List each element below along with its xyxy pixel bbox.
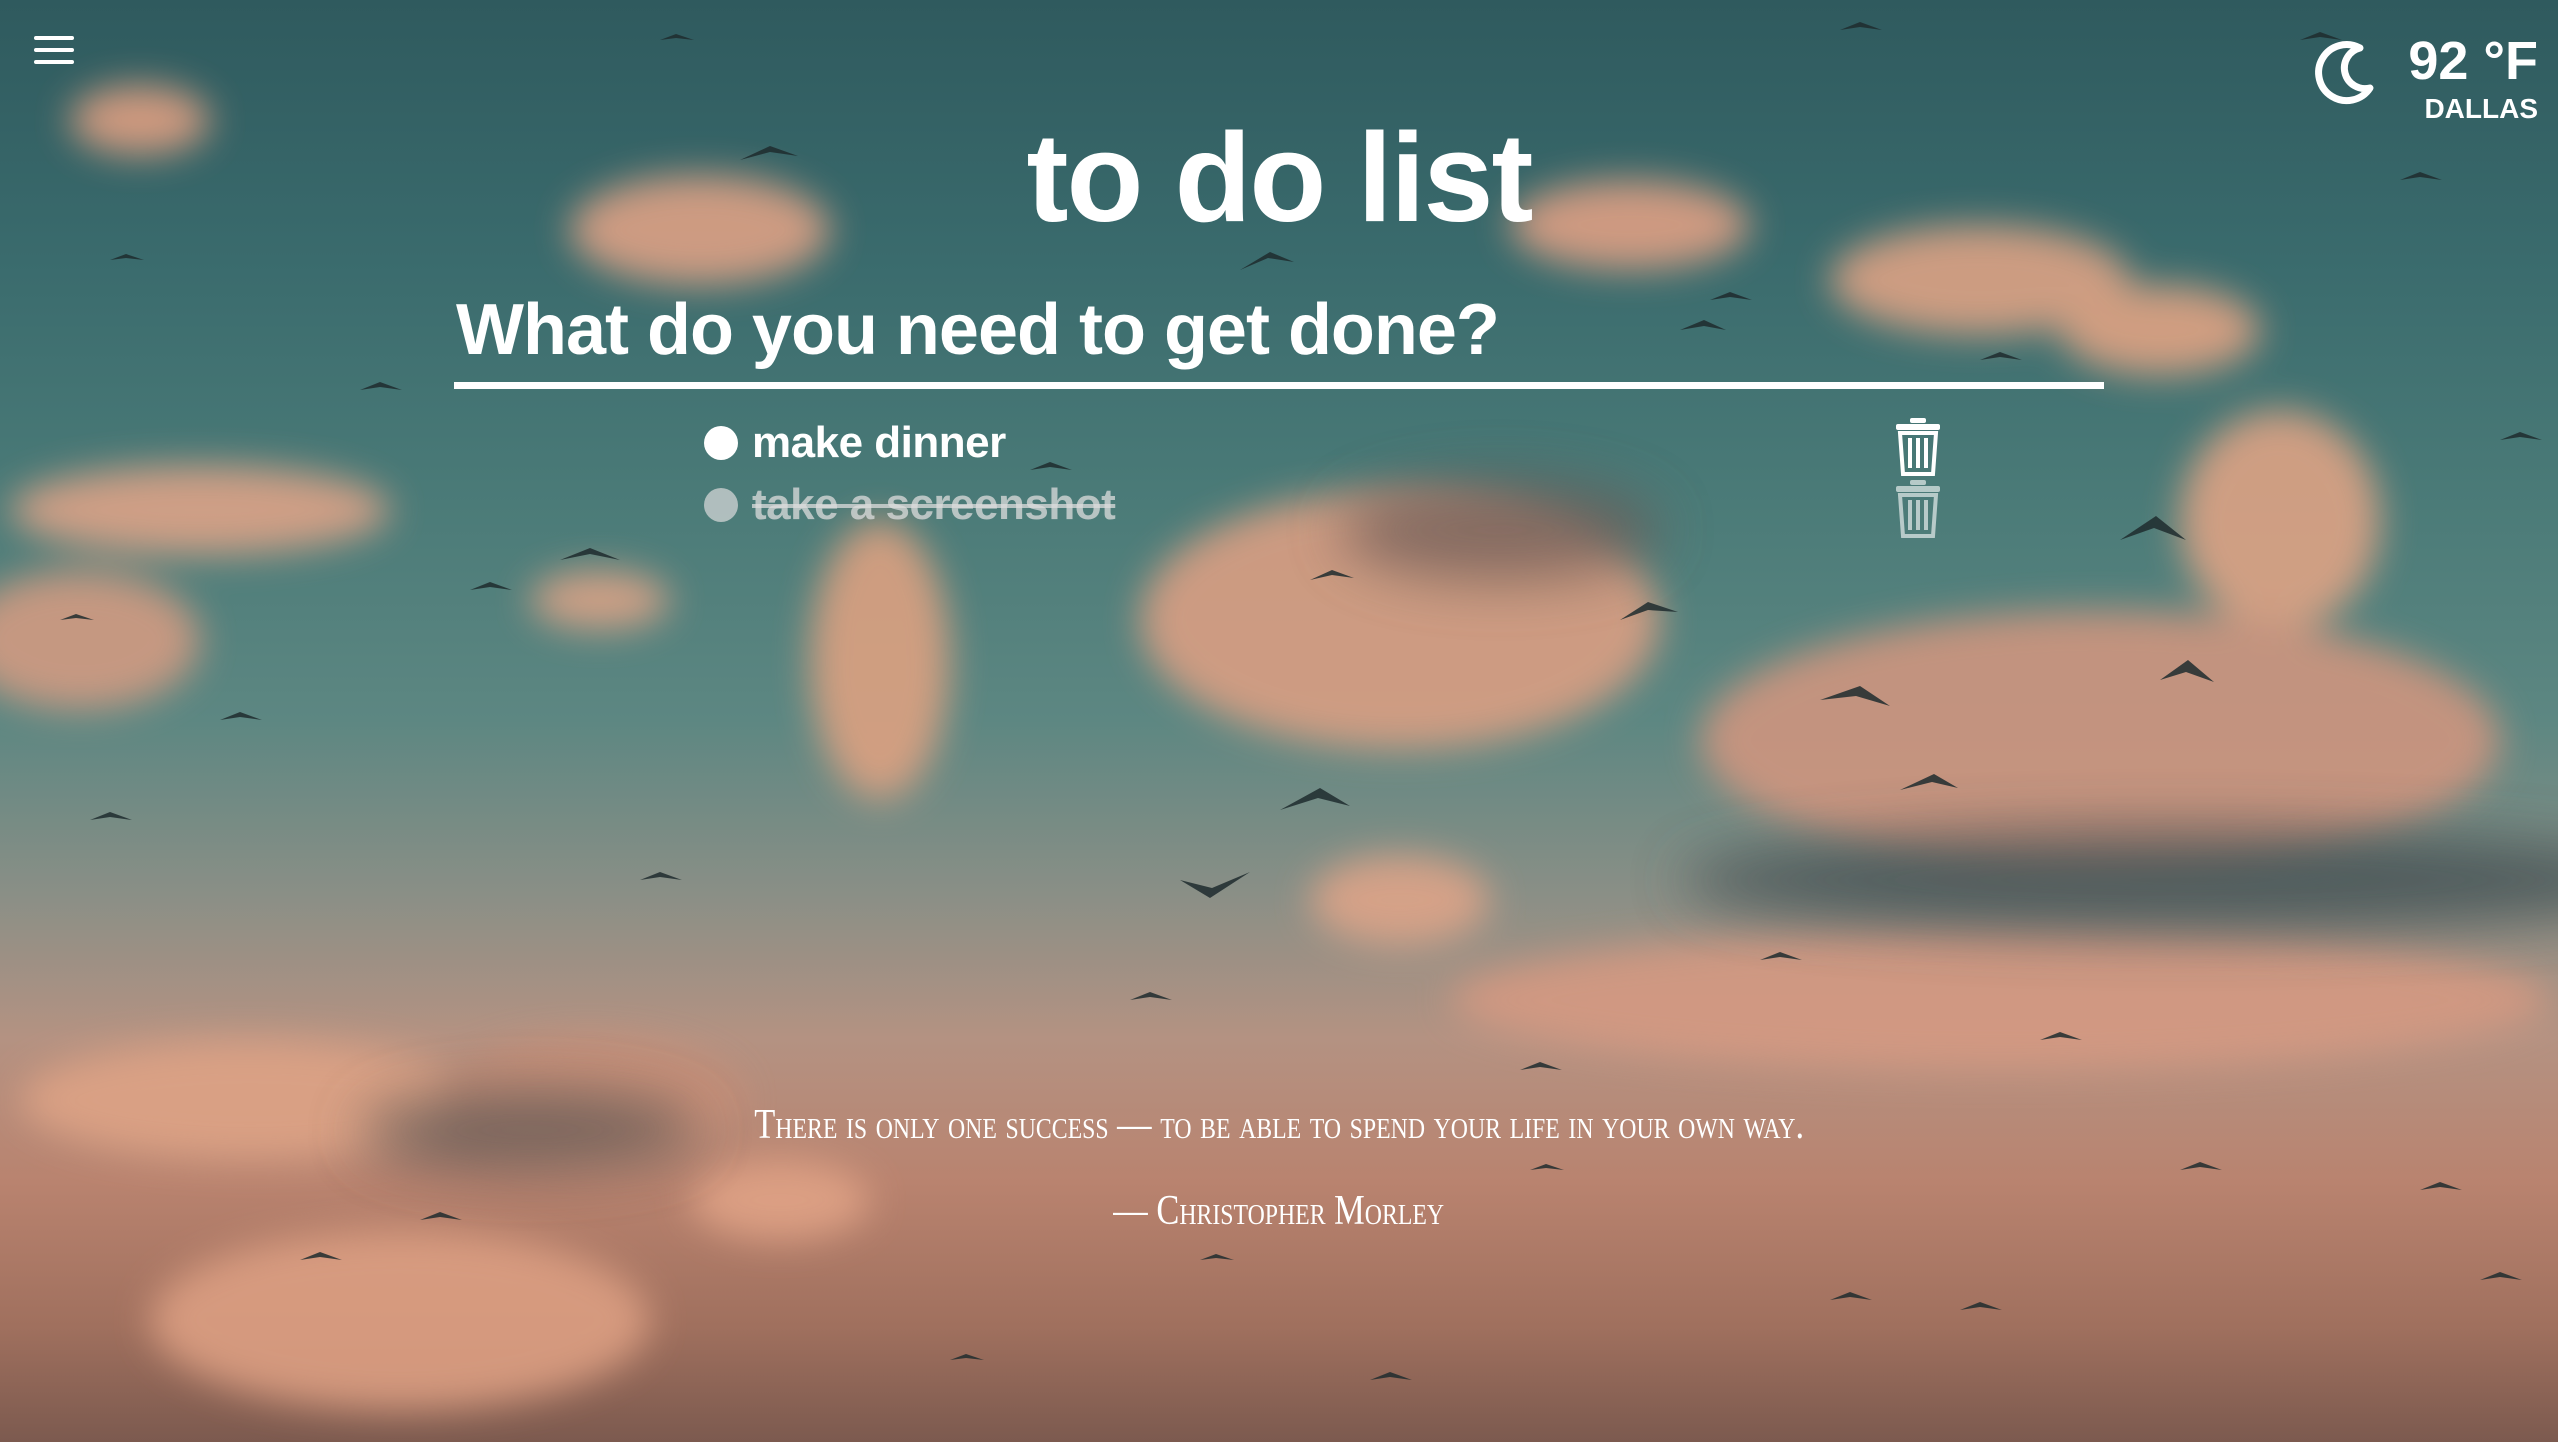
quote-author: — Christopher Morley <box>1113 1188 1445 1234</box>
todo-item: make dinner <box>704 412 1944 476</box>
weather-moon-icon <box>2315 41 2374 105</box>
new-task-input[interactable] <box>454 282 2104 389</box>
todo-text[interactable]: make dinner <box>752 415 1006 471</box>
todo-list: make dinner take a screenshot <box>704 412 1944 538</box>
hamburger-menu-icon-bar <box>34 48 74 52</box>
trash-icon[interactable] <box>1892 416 1944 476</box>
temperature: 92 °F <box>2408 31 2538 91</box>
circle-icon[interactable] <box>704 488 738 522</box>
todo-item-completed: take a screenshot <box>704 474 1944 538</box>
hamburger-menu-icon-bar <box>34 60 74 64</box>
menu-button[interactable] <box>34 34 78 68</box>
trash-icon[interactable] <box>1892 478 1944 538</box>
app-title: to do list <box>1026 107 1534 248</box>
todo-text[interactable]: take a screenshot <box>752 477 1116 533</box>
quote-text: There is only one success — to be able t… <box>754 1102 1804 1148</box>
quote-block: There is only one success — to be able t… <box>0 1096 2558 1240</box>
circle-icon[interactable] <box>704 426 738 460</box>
hamburger-menu-icon <box>34 36 74 40</box>
